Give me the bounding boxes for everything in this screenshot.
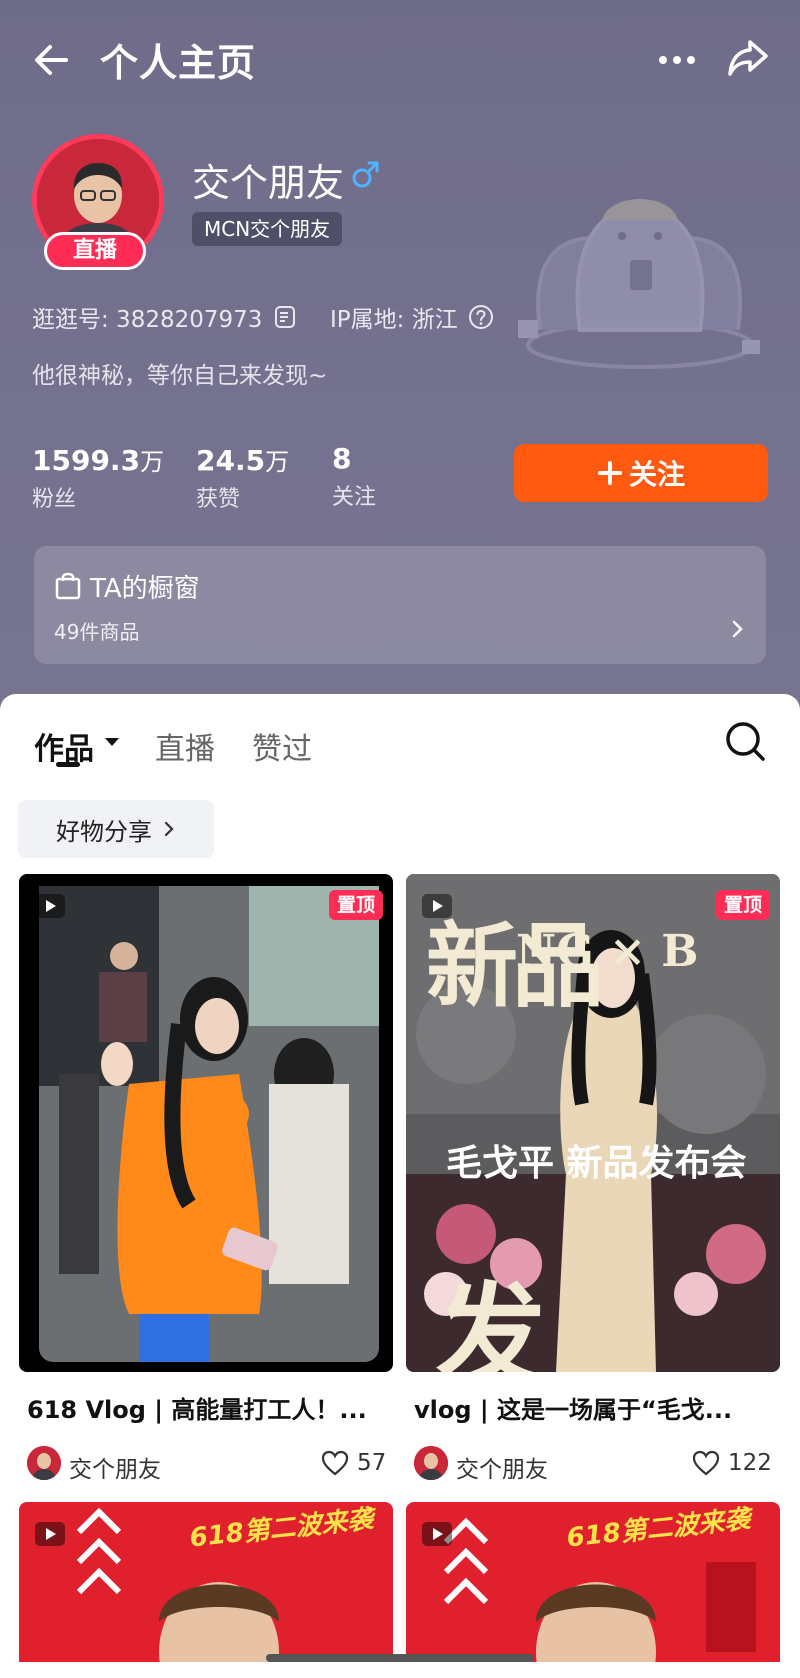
author-avatar-icon [414, 1446, 448, 1480]
video-play-icon [422, 1522, 452, 1546]
filter-chip-good-things[interactable]: 好物分享 [18, 800, 214, 858]
video-thumbnail[interactable]: 新品 NG × B 毛戈平 新品发布会 发布 置顶 [406, 874, 780, 1372]
home-indicator[interactable] [266, 1654, 534, 1662]
video-thumbnail[interactable]: 置顶 [19, 874, 393, 1372]
stat-following[interactable]: 8 关注 [332, 442, 376, 511]
video-title[interactable]: 618 Vlog | 高能量打工人！... [27, 1390, 387, 1425]
caret-down-icon[interactable] [104, 736, 120, 748]
video-play-icon [35, 894, 65, 918]
author-avatar [27, 1446, 61, 1480]
share-icon[interactable] [724, 34, 772, 82]
video-author: 交个朋友 [456, 1457, 548, 1483]
stat-unit: 万 [265, 448, 290, 476]
account-id-line: 逛逛号: 3828207973 [32, 300, 298, 334]
shop-product-count: 49件商品 [54, 620, 140, 644]
thumbnail-overlay-bottom: 发布 [436, 1271, 626, 1372]
shop-window-card[interactable]: TA的橱窗 49件商品 [34, 546, 766, 664]
active-tab-indicator [56, 762, 80, 767]
pinned-badge: 置顶 [328, 890, 383, 920]
stat-label: 关注 [332, 485, 377, 510]
tab-live[interactable]: 直播 [155, 724, 215, 768]
search-icon[interactable] [724, 720, 766, 762]
page-title: 个人主页 [100, 41, 257, 85]
more-options-icon[interactable] [655, 38, 699, 82]
stat-value: 24.5 [196, 444, 266, 477]
follow-label: 关注 [628, 458, 685, 491]
video-thumbnail-partial[interactable]: 618第二波来袭 [19, 1502, 393, 1662]
chip-label: 好物分享 [56, 817, 152, 846]
back-arrow-icon[interactable] [30, 38, 74, 82]
stat-label: 粉丝 [32, 487, 77, 512]
thumbnail-overlay-subtitle: 毛戈平 新品发布会 [446, 1142, 747, 1184]
ip-location-text: IP属地: 浙江 [330, 307, 458, 333]
shopping-bag-icon [55, 572, 81, 600]
help-circle-icon[interactable] [468, 304, 494, 330]
stat-followers[interactable]: 1599.3万 粉丝 [32, 442, 164, 513]
thumbnail-scene-icon [39, 886, 379, 1362]
author-avatar-icon [27, 1446, 61, 1480]
live-badge[interactable]: 直播 [44, 232, 146, 270]
video-author: 交个朋友 [69, 1457, 161, 1483]
mascot-illustration [518, 199, 760, 369]
chevron-right-icon [732, 620, 743, 638]
like-count: 122 [728, 1450, 772, 1476]
heart-icon[interactable] [692, 1450, 720, 1476]
heart-icon[interactable] [321, 1450, 349, 1476]
follow-button[interactable]: 关注 [514, 444, 768, 502]
video-title[interactable]: vlog | 这是一场属于“毛戈... [414, 1390, 774, 1425]
stat-unit: 万 [140, 448, 165, 476]
tab-liked[interactable]: 赞过 [252, 724, 312, 768]
chevron-right-icon [164, 822, 174, 836]
stat-value: 8 [332, 442, 352, 475]
male-gender-icon [352, 161, 379, 188]
top-bar: 个人主页 [0, 0, 800, 116]
like-count: 57 [357, 1450, 387, 1476]
video-play-icon [422, 894, 452, 918]
shop-title: TA的橱窗 [90, 574, 200, 604]
video-thumbnail-partial[interactable]: 618第二波来袭 [406, 1502, 780, 1662]
stat-value: 1599.3 [32, 444, 141, 477]
stat-label: 获赞 [196, 487, 241, 512]
pinned-badge: 置顶 [715, 890, 770, 920]
video-play-icon [35, 1522, 65, 1546]
thumbnail-overlay-brand: NG × B [516, 926, 699, 977]
profile-name: 交个朋友 [192, 161, 345, 205]
profile-bio: 他很神秘，等你自己来发现~ [32, 363, 328, 389]
copy-icon[interactable] [272, 304, 298, 330]
ip-location-line: IP属地: 浙江 [330, 300, 494, 334]
author-avatar [414, 1446, 448, 1480]
stat-likes[interactable]: 24.5万 获赞 [196, 442, 289, 513]
account-id-text: 逛逛号: 3828207973 [32, 307, 263, 333]
plus-icon [597, 461, 622, 485]
mcn-tag: MCN交个朋友 [192, 212, 343, 246]
